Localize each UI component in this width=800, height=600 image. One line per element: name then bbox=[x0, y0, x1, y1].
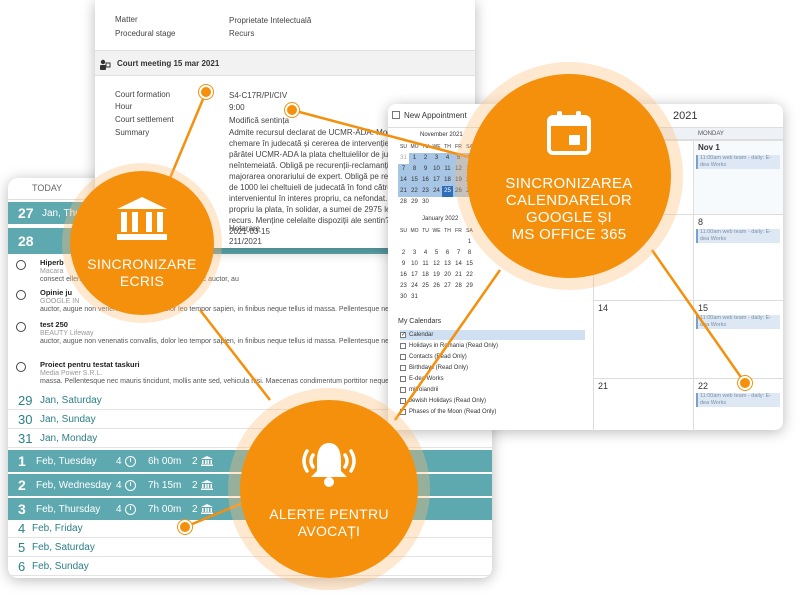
bubble-label-line: ALERTE PENTRU bbox=[269, 505, 389, 522]
calendar-sync-bubble: SINCRONIZAREA CALENDARELOR GOOGLE ȘI MS … bbox=[467, 74, 671, 278]
bubble-label-line: SINCRONIZARE bbox=[87, 255, 197, 272]
bubble-label-line: SINCRONIZAREA bbox=[505, 174, 633, 192]
bubble-label-line: AVOCAȚI bbox=[297, 522, 361, 539]
connector-dot bbox=[285, 103, 299, 117]
ecris-sync-bubble: SINCRONIZARE ECRIS bbox=[70, 171, 214, 315]
connector-dot bbox=[199, 85, 213, 99]
calendar-icon bbox=[546, 110, 592, 161]
connector-dot bbox=[738, 376, 752, 390]
lawyer-alerts-bubble: ALERTE PENTRU AVOCAȚI bbox=[240, 400, 418, 578]
bell-icon bbox=[297, 439, 361, 494]
bubble-label-line: CALENDARELOR bbox=[505, 191, 633, 209]
courthouse-icon bbox=[117, 196, 167, 246]
connector-dot bbox=[178, 520, 192, 534]
bubble-label-line: MS OFFICE 365 bbox=[511, 225, 627, 243]
bubble-label-line: ECRIS bbox=[119, 272, 165, 289]
bubble-label-line: GOOGLE ȘI bbox=[525, 208, 613, 226]
